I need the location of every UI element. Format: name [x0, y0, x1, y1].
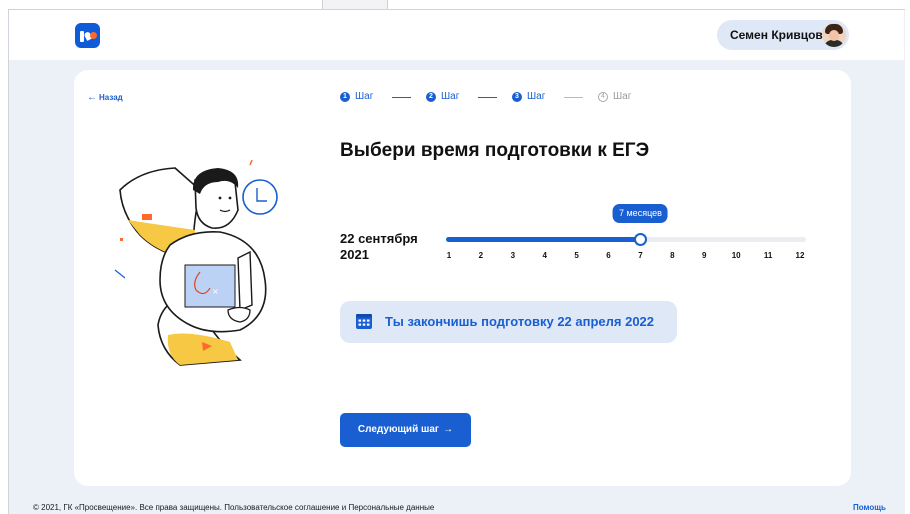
stepper: 1 Шаг 2 Шаг 3 Шаг 4 Шаг: [340, 91, 660, 103]
help-link[interactable]: Помощь: [853, 503, 886, 512]
step-4-number: 4: [598, 92, 608, 102]
step-2-label: Шаг: [441, 91, 460, 102]
avatar[interactable]: [822, 23, 846, 47]
user-menu[interactable]: Семен Кривцов: [717, 20, 849, 50]
months-slider[interactable]: [446, 233, 806, 246]
slider-tick-label: 11: [763, 251, 773, 260]
arrow-left-icon: ←: [87, 92, 97, 103]
step-connector: [564, 97, 583, 98]
step-3-label: Шаг: [527, 91, 546, 102]
result-text: Ты закончишь подготовку 22 апреля 2022: [385, 314, 655, 329]
step-connector: [392, 97, 411, 98]
step-connector: [478, 97, 497, 98]
step-2-number: 2: [426, 92, 436, 102]
step-4-label: Шаг: [613, 91, 632, 102]
step-1-label: Шаг: [355, 91, 374, 102]
page-title: Выбери время подготовки к ЕГЭ: [340, 140, 650, 161]
start-date-day: 22 сентября: [340, 231, 418, 246]
personal-data-link[interactable]: Персональные данные: [348, 503, 434, 512]
step-1-number: 1: [340, 92, 350, 102]
hourglass-student-illustration: ×: [114, 160, 278, 366]
browser-tab[interactable]: [322, 0, 388, 9]
brand-logo[interactable]: [75, 23, 100, 48]
main-card: ← Назад 1 Шаг 2 Шаг 3 Шаг 4 Шаг Выбери вр…: [74, 70, 851, 486]
slider-tick-label: 8: [670, 251, 675, 260]
calendar-icon: [356, 314, 372, 329]
slider-tick-label: 3: [510, 251, 516, 260]
slider-tick-label: 12: [795, 251, 805, 260]
footer-conjunction: и: [341, 503, 347, 512]
back-label: Назад: [99, 93, 123, 102]
user-agreement-link[interactable]: Пользовательское соглашение: [224, 503, 339, 512]
slider-tick-label: 2: [478, 251, 484, 260]
next-step-button[interactable]: Следующий шаг →: [340, 413, 471, 447]
slider-thumb[interactable]: [633, 233, 647, 246]
user-name: Семен Кривцов: [730, 28, 823, 42]
arrow-right-icon: →: [443, 424, 454, 435]
slider-tick-label: 10: [731, 251, 741, 260]
browser-top-strip: [0, 0, 910, 8]
next-step-label: Следующий шаг: [357, 424, 440, 435]
footer: © 2021, ГК «Просвещение». Все права защи…: [33, 503, 434, 512]
slider-value-tooltip: 7 месяцев: [612, 204, 668, 223]
slider-tick-label: 1: [446, 251, 452, 260]
copyright-text: © 2021, ГК «Просвещение». Все права защи…: [33, 503, 223, 512]
result-banner: Ты закончишь подготовку 22 апреля 2022: [340, 301, 677, 343]
step-3-number: 3: [512, 92, 522, 102]
slider-tick-label: 6: [606, 251, 611, 260]
slider-tick-label: 7: [638, 251, 643, 260]
slider-tick-label: 5: [574, 251, 579, 260]
svg-text:×: ×: [212, 287, 219, 296]
slider-fill: [446, 237, 641, 242]
slider-tick-label: 4: [542, 251, 547, 260]
start-date-year: 2021: [340, 247, 369, 262]
back-link[interactable]: ← Назад: [87, 92, 123, 103]
slider-tick-label: 9: [702, 251, 707, 260]
